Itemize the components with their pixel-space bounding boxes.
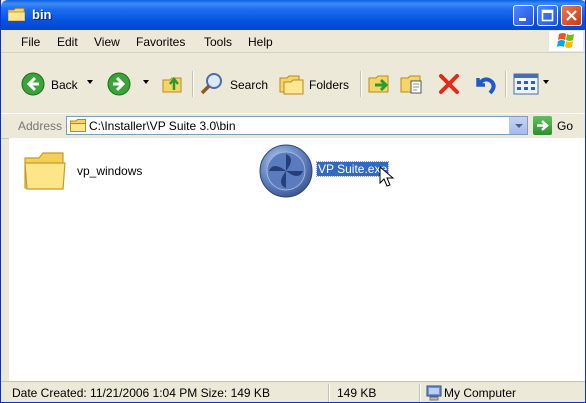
go-label[interactable]: Go [557, 119, 573, 133]
folder-icon [8, 8, 25, 21]
back-label: Back [51, 78, 78, 92]
address-path: C:\Installer\VP Suite 3.0\bin [89, 119, 236, 133]
views-dropdown-icon[interactable] [543, 80, 549, 84]
explorer-window: bin File Edit View Favorites Tools Help [0, 0, 586, 403]
list-item[interactable]: VP Suite.exe [259, 144, 399, 204]
folders-button[interactable]: Folders [279, 67, 351, 101]
status-size: 149 KB [337, 386, 377, 400]
undo-icon[interactable] [472, 72, 498, 96]
title-bar[interactable]: bin [1, 0, 585, 30]
address-dropdown-icon[interactable] [509, 117, 527, 134]
search-label: Search [230, 78, 269, 92]
address-input[interactable]: C:\Installer\VP Suite 3.0\bin [66, 116, 528, 135]
menu-bar: File Edit View Favorites Tools Help [1, 30, 585, 53]
menu-view[interactable]: View [94, 35, 120, 49]
menu-tools[interactable]: Tools [204, 35, 232, 49]
up-folder-icon[interactable] [161, 72, 185, 96]
forward-dropdown-icon[interactable] [143, 80, 149, 84]
menu-edit[interactable]: Edit [57, 35, 78, 49]
status-bar: Date Created: 11/21/2006 1:04 PM Size: 1… [1, 381, 585, 402]
copy-to-icon[interactable] [399, 72, 427, 96]
status-zone: My Computer [444, 386, 517, 400]
menu-file[interactable]: File [21, 35, 40, 49]
back-dropdown-icon[interactable] [87, 80, 93, 84]
list-item[interactable]: vp_windows [23, 148, 163, 196]
windows-logo-icon [549, 31, 583, 51]
close-icon [566, 10, 577, 21]
search-button[interactable]: Search [199, 67, 271, 101]
folder-icon [24, 152, 66, 190]
back-button[interactable]: Back [21, 67, 99, 101]
folders-label: Folders [309, 78, 350, 92]
menu-favorites[interactable]: Favorites [136, 35, 185, 49]
go-arrow-icon [537, 120, 549, 131]
file-name-selected: VP Suite.exe [315, 161, 390, 177]
maximize-button[interactable] [537, 5, 558, 26]
computer-icon [426, 385, 442, 401]
go-button[interactable] [533, 116, 552, 135]
minimize-icon [519, 18, 526, 21]
maximize-icon [541, 9, 554, 22]
file-list-pane[interactable]: vp_windows VP Suite.exe [9, 138, 585, 381]
file-name: vp_windows [77, 164, 143, 178]
delete-icon[interactable] [437, 72, 461, 96]
status-info: Date Created: 11/21/2006 1:04 PM Size: 1… [12, 386, 270, 400]
close-button[interactable] [561, 5, 582, 26]
application-icon [259, 144, 313, 198]
mouse-cursor-icon [379, 166, 395, 187]
window-title: bin [32, 7, 52, 22]
forward-arrow-icon [107, 72, 131, 96]
address-label: Address [18, 119, 63, 133]
menu-help[interactable]: Help [248, 35, 273, 49]
back-arrow-icon [21, 72, 45, 96]
move-to-icon[interactable] [367, 72, 393, 96]
minimize-button[interactable] [513, 5, 534, 26]
forward-button[interactable] [107, 67, 155, 101]
folder-icon [70, 119, 86, 132]
search-icon [200, 73, 222, 95]
address-bar: Address C:\Installer\VP Suite 3.0\bin Go [1, 113, 585, 139]
views-icon [513, 73, 539, 95]
views-button[interactable] [513, 67, 553, 101]
folders-icon [279, 75, 304, 95]
toolbar: Back Search Folders [1, 53, 585, 113]
